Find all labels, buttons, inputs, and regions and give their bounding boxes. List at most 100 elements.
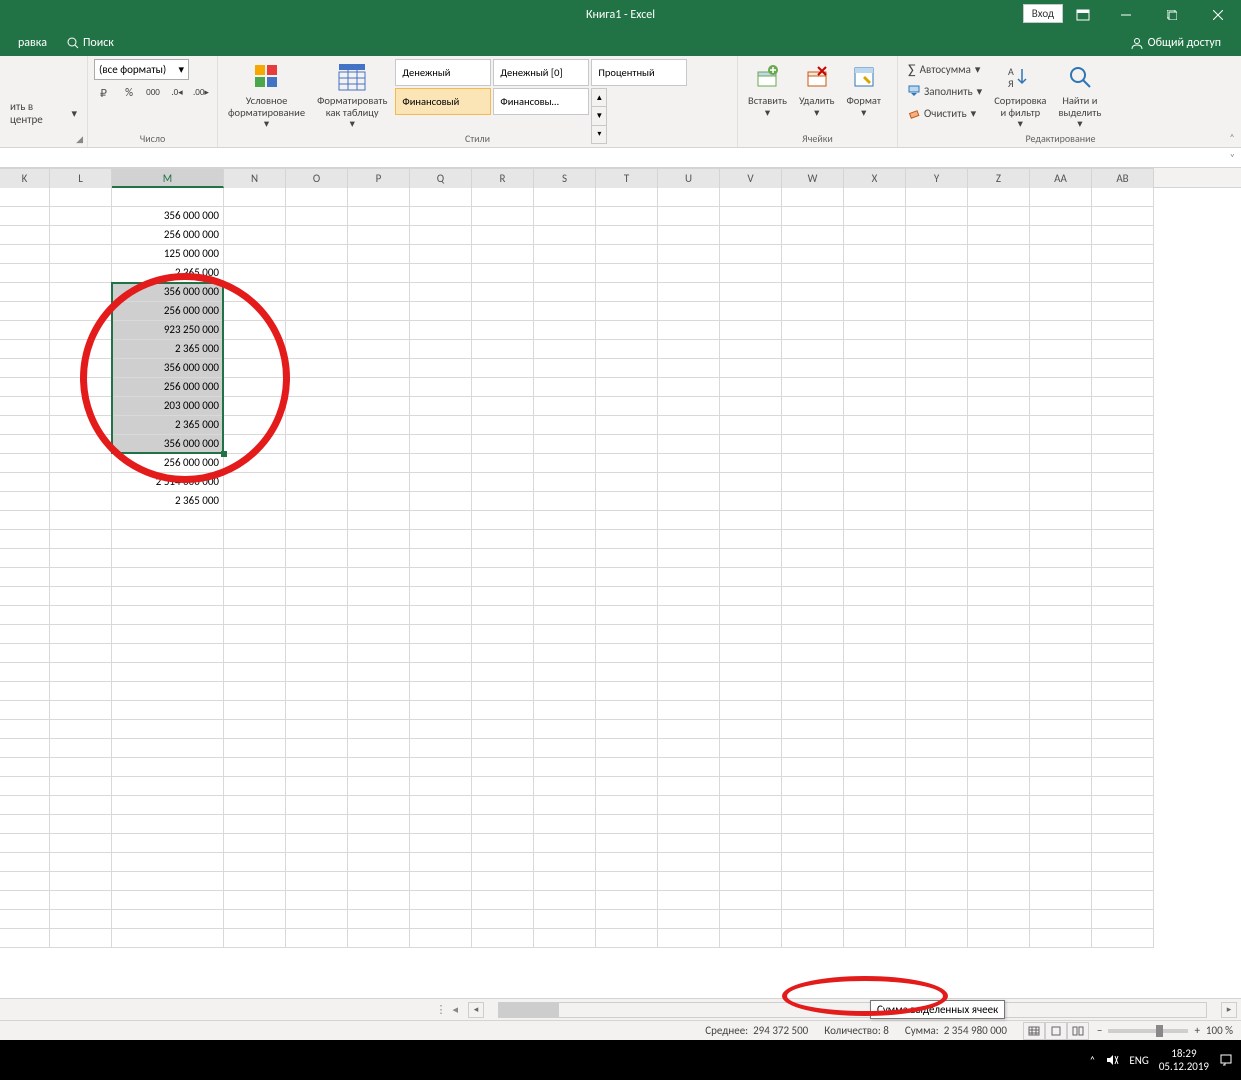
close-button[interactable] xyxy=(1195,0,1241,30)
cell-Z31[interactable] xyxy=(968,758,1030,777)
cell-S21[interactable] xyxy=(534,568,596,587)
cell-AA35[interactable] xyxy=(1030,834,1092,853)
cell-P27[interactable] xyxy=(348,682,410,701)
cell-AA21[interactable] xyxy=(1030,568,1092,587)
cell-W30[interactable] xyxy=(782,739,844,758)
cell-S6[interactable] xyxy=(534,283,596,302)
cell-V9[interactable] xyxy=(720,340,782,359)
cell-S28[interactable] xyxy=(534,701,596,720)
cell-T11[interactable] xyxy=(596,378,658,397)
cell-O21[interactable] xyxy=(286,568,348,587)
cell-N3[interactable] xyxy=(224,226,286,245)
cell-AA11[interactable] xyxy=(1030,378,1092,397)
cell-Y8[interactable] xyxy=(906,321,968,340)
cell-AA39[interactable] xyxy=(1030,910,1092,929)
cell-T22[interactable] xyxy=(596,587,658,606)
cell-U5[interactable] xyxy=(658,264,720,283)
cell-Y29[interactable] xyxy=(906,720,968,739)
cell-S27[interactable] xyxy=(534,682,596,701)
cell-P25[interactable] xyxy=(348,644,410,663)
cell-Z36[interactable] xyxy=(968,853,1030,872)
cell-W25[interactable] xyxy=(782,644,844,663)
cell-R22[interactable] xyxy=(472,587,534,606)
cell-U10[interactable] xyxy=(658,359,720,378)
cell-S32[interactable] xyxy=(534,777,596,796)
cell-T19[interactable] xyxy=(596,530,658,549)
cell-Y30[interactable] xyxy=(906,739,968,758)
cell-R29[interactable] xyxy=(472,720,534,739)
cell-W37[interactable] xyxy=(782,872,844,891)
cell-T9[interactable] xyxy=(596,340,658,359)
cell-AB10[interactable] xyxy=(1092,359,1154,378)
cell-U18[interactable] xyxy=(658,511,720,530)
cell-L14[interactable] xyxy=(50,435,112,454)
cell-P39[interactable] xyxy=(348,910,410,929)
cell-O3[interactable] xyxy=(286,226,348,245)
cell-V40[interactable] xyxy=(720,929,782,948)
cell-R26[interactable] xyxy=(472,663,534,682)
cell-X18[interactable] xyxy=(844,511,906,530)
cell-S16[interactable] xyxy=(534,473,596,492)
cell-T32[interactable] xyxy=(596,777,658,796)
column-header-T[interactable]: T xyxy=(596,168,658,188)
cell-AB26[interactable] xyxy=(1092,663,1154,682)
cell-R39[interactable] xyxy=(472,910,534,929)
cell-V16[interactable] xyxy=(720,473,782,492)
cell-AB20[interactable] xyxy=(1092,549,1154,568)
cell-Q18[interactable] xyxy=(410,511,472,530)
cell-R14[interactable] xyxy=(472,435,534,454)
zoom-level[interactable]: 100 % xyxy=(1206,1024,1233,1037)
cell-W8[interactable] xyxy=(782,321,844,340)
cell-X15[interactable] xyxy=(844,454,906,473)
cell-AB5[interactable] xyxy=(1092,264,1154,283)
cell-P14[interactable] xyxy=(348,435,410,454)
sheet-nav[interactable]: ⋮ ◂ xyxy=(0,1003,464,1016)
cell-AB33[interactable] xyxy=(1092,796,1154,815)
cell-Z3[interactable] xyxy=(968,226,1030,245)
cell-V35[interactable] xyxy=(720,834,782,853)
cell-Y18[interactable] xyxy=(906,511,968,530)
cell-T17[interactable] xyxy=(596,492,658,511)
cell-K8[interactable] xyxy=(0,321,50,340)
cell-N11[interactable] xyxy=(224,378,286,397)
collapse-ribbon-button[interactable]: ˄ xyxy=(1223,56,1241,147)
number-format-combo[interactable]: (все форматы)▾ xyxy=(94,59,189,80)
cell-V11[interactable] xyxy=(720,378,782,397)
cell-S29[interactable] xyxy=(534,720,596,739)
cell-P32[interactable] xyxy=(348,777,410,796)
cell-V3[interactable] xyxy=(720,226,782,245)
cell-Q8[interactable] xyxy=(410,321,472,340)
zoom-in-button[interactable]: + xyxy=(1194,1024,1199,1037)
cell-K26[interactable] xyxy=(0,663,50,682)
cell-T23[interactable] xyxy=(596,606,658,625)
cell-R23[interactable] xyxy=(472,606,534,625)
cell-M21[interactable] xyxy=(112,568,224,587)
cell-U21[interactable] xyxy=(658,568,720,587)
cell-L26[interactable] xyxy=(50,663,112,682)
cell-S5[interactable] xyxy=(534,264,596,283)
cell-Q32[interactable] xyxy=(410,777,472,796)
cell-O1[interactable] xyxy=(286,188,348,207)
column-header-V[interactable]: V xyxy=(720,168,782,188)
cell-U36[interactable] xyxy=(658,853,720,872)
cell-Q14[interactable] xyxy=(410,435,472,454)
cell-O30[interactable] xyxy=(286,739,348,758)
cell-R1[interactable] xyxy=(472,188,534,207)
cell-M29[interactable] xyxy=(112,720,224,739)
cell-R32[interactable] xyxy=(472,777,534,796)
cell-X36[interactable] xyxy=(844,853,906,872)
cell-W6[interactable] xyxy=(782,283,844,302)
cell-L24[interactable] xyxy=(50,625,112,644)
cell-L8[interactable] xyxy=(50,321,112,340)
cell-K21[interactable] xyxy=(0,568,50,587)
cell-Z16[interactable] xyxy=(968,473,1030,492)
clear-button[interactable]: Очистить▾ xyxy=(904,103,986,123)
cell-W11[interactable] xyxy=(782,378,844,397)
cell-AB18[interactable] xyxy=(1092,511,1154,530)
cell-AB15[interactable] xyxy=(1092,454,1154,473)
cell-S24[interactable] xyxy=(534,625,596,644)
cell-AA32[interactable] xyxy=(1030,777,1092,796)
cell-M27[interactable] xyxy=(112,682,224,701)
cell-T13[interactable] xyxy=(596,416,658,435)
cell-Y24[interactable] xyxy=(906,625,968,644)
